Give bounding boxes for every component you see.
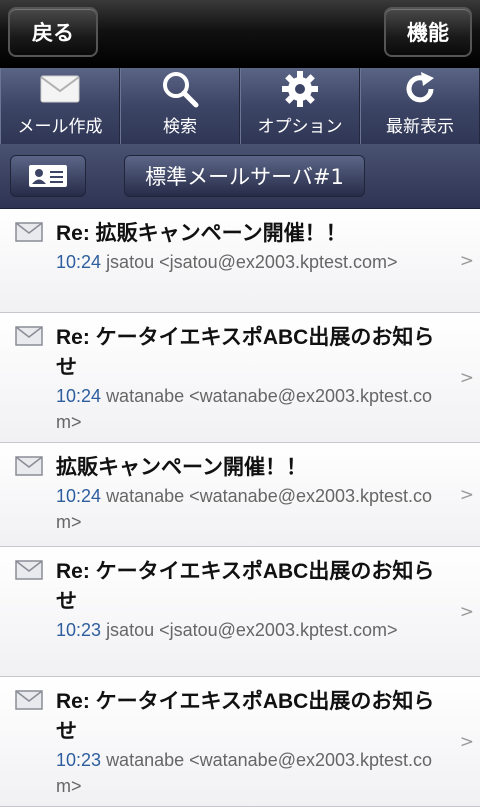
mail-subject: Re: ケータイエキスポABC出展のお知らせ: [56, 690, 435, 743]
gear-icon: [281, 69, 319, 109]
mail-subject: 拡販キャンペーン開催！！: [56, 456, 307, 479]
chevron-right-icon: >: [459, 601, 474, 622]
action-toolbar: メール作成 検索 オプション 最新表示: [0, 68, 480, 144]
mail-meta: 10:23 jsatou <jsatou@ex2003.kptest.com>: [56, 617, 440, 643]
mail-meta: 10:24 watanabe <watanabe@ex2003.kptest.c…: [56, 483, 440, 535]
mail-time: 10:24: [56, 386, 102, 406]
envelope-icon: [40, 69, 80, 109]
refresh-button[interactable]: 最新表示: [360, 68, 480, 144]
title-bar: 戻る 機能: [0, 0, 480, 68]
mail-meta: 10:24 jsatou <jsatou@ex2003.kptest.com>: [56, 249, 440, 275]
search-icon: [161, 69, 199, 109]
envelope-icon: [15, 326, 43, 346]
chevron-right-icon: >: [459, 731, 474, 752]
options-label: オプション: [257, 117, 343, 137]
mail-time: 10:23: [56, 750, 102, 770]
mail-list: Re: 拡販キャンペーン開催！！ 10:24 jsatou <jsatou@ex…: [0, 209, 480, 807]
mail-sender: watanabe <watanabe@ex2003.kptest.com>: [56, 750, 433, 796]
mail-time: 10:24: [56, 252, 102, 272]
envelope-icon: [15, 222, 43, 242]
mail-sender: watanabe <watanabe@ex2003.kptest.com>: [56, 486, 433, 532]
mail-list-item[interactable]: Re: ケータイエキスポABC出展のお知らせ 10:23 watanabe <w…: [0, 677, 480, 807]
mail-list-item[interactable]: Re: ケータイエキスポABC出展のお知らせ 10:23 jsatou <jsa…: [0, 547, 480, 677]
mail-sender: jsatou <jsatou@ex2003.kptest.com>: [106, 252, 398, 272]
mail-list-item[interactable]: Re: 拡販キャンペーン開催！！ 10:24 jsatou <jsatou@ex…: [0, 209, 480, 313]
mail-subject: Re: 拡販キャンペーン開催！！: [56, 222, 347, 245]
function-menu-button[interactable]: 機能: [384, 7, 472, 57]
back-button[interactable]: 戻る: [8, 7, 98, 57]
search-button[interactable]: 検索: [120, 68, 240, 144]
account-bar: 標準メールサーバ#1: [0, 144, 480, 209]
mail-meta: 10:23 watanabe <watanabe@ex2003.kptest.c…: [56, 747, 440, 799]
options-button[interactable]: オプション: [240, 68, 360, 144]
envelope-icon: [15, 456, 43, 476]
refresh-label: 最新表示: [386, 117, 454, 137]
compose-mail-button[interactable]: メール作成: [0, 68, 120, 144]
mail-time: 10:23: [56, 620, 102, 640]
chevron-right-icon: >: [459, 367, 474, 388]
refresh-icon: [401, 69, 439, 109]
mail-subject: Re: ケータイエキスポABC出展のお知らせ: [56, 326, 435, 379]
envelope-icon: [15, 560, 43, 580]
mail-time: 10:24: [56, 486, 102, 506]
mail-sender: jsatou <jsatou@ex2003.kptest.com>: [106, 620, 398, 640]
mail-subject: Re: ケータイエキスポABC出展のお知らせ: [56, 560, 435, 613]
mail-sender: watanabe <watanabe@ex2003.kptest.com>: [56, 386, 433, 432]
chevron-right-icon: >: [459, 484, 474, 505]
search-label: 検索: [163, 117, 197, 137]
mail-server-selector[interactable]: 標準メールサーバ#1: [124, 155, 365, 197]
address-book-button[interactable]: [10, 155, 86, 197]
mail-list-item[interactable]: 拡販キャンペーン開催！！ 10:24 watanabe <watanabe@ex…: [0, 443, 480, 547]
contact-card-icon: [29, 165, 67, 187]
envelope-icon: [15, 690, 43, 710]
mail-list-item[interactable]: Re: ケータイエキスポABC出展のお知らせ 10:24 watanabe <w…: [0, 313, 480, 443]
mail-meta: 10:24 watanabe <watanabe@ex2003.kptest.c…: [56, 383, 440, 435]
compose-mail-label: メール作成: [17, 117, 103, 137]
chevron-right-icon: >: [459, 250, 474, 271]
